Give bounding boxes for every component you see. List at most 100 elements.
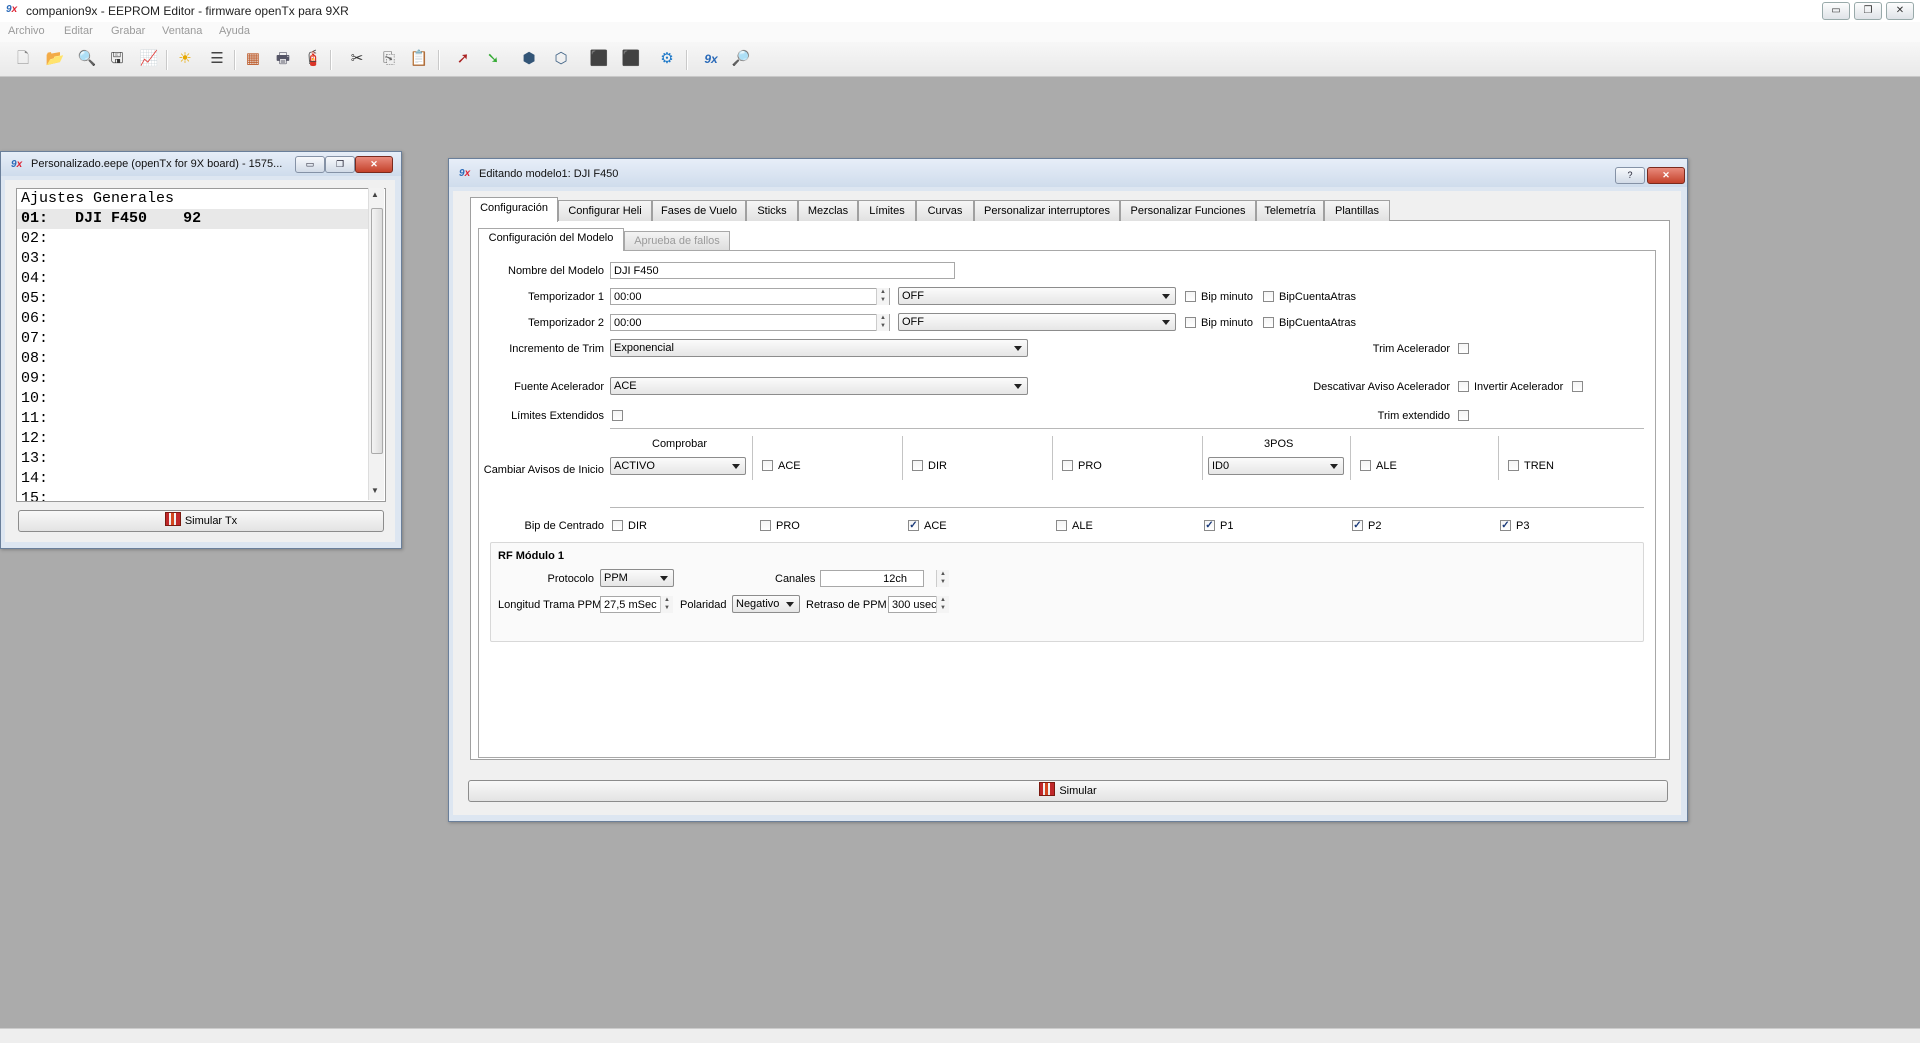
subtab-configuracion-modelo[interactable]: Configuración del Modelo <box>478 228 624 251</box>
tab-plantillas[interactable]: Plantillas <box>1324 200 1390 221</box>
tab-configuracion[interactable]: Configuración <box>470 197 558 222</box>
timer1-bip-minute-checkbox[interactable] <box>1185 291 1196 302</box>
copy-icon[interactable]: ⎘ <box>378 48 400 70</box>
model-item[interactable]: 02: <box>21 229 48 249</box>
beep-ace-checkbox[interactable]: ✓ <box>908 520 919 531</box>
warn-pro-checkbox[interactable] <box>1062 460 1073 471</box>
print-icon[interactable]: 🖶 <box>272 48 294 70</box>
scroll-down-icon[interactable]: ▼ <box>371 486 379 495</box>
extended-trim-checkbox[interactable] <box>1458 410 1469 421</box>
extended-limits-checkbox[interactable] <box>612 410 623 421</box>
beep-ale-checkbox[interactable] <box>1056 520 1067 531</box>
model-item[interactable]: 09: <box>21 369 48 389</box>
about-9x-icon[interactable]: 9x <box>700 48 722 70</box>
model-item[interactable]: 07: <box>21 329 48 349</box>
throttle-source-select[interactable]: ACE <box>610 377 1028 395</box>
save-icon[interactable]: 🖫 <box>106 48 128 70</box>
restore-icon[interactable]: ⬛ <box>620 48 642 70</box>
beep-dir-checkbox[interactable] <box>612 520 623 531</box>
simulate-button[interactable]: Simular <box>468 780 1668 802</box>
menu-editar[interactable]: Editar <box>64 25 93 37</box>
check-select[interactable]: ACTIVO <box>610 457 746 475</box>
tab-personalizar-funciones[interactable]: Personalizar Funciones <box>1120 200 1256 221</box>
trim-increment-select[interactable]: Exponencial <box>610 339 1028 357</box>
eepe-restore-button[interactable]: ❐ <box>325 156 355 173</box>
preferences-icon[interactable]: ☀ <box>174 48 196 70</box>
disable-throttle-warning-checkbox[interactable] <box>1458 381 1469 392</box>
tab-personalizar-interruptores[interactable]: Personalizar interruptores <box>974 200 1120 221</box>
tab-sticks[interactable]: Sticks <box>746 200 798 221</box>
tab-mezclas[interactable]: Mezclas <box>798 200 858 221</box>
compare-icon[interactable]: 🔎 <box>730 48 752 70</box>
model-item[interactable]: 11: <box>21 409 48 429</box>
simulate-grid-icon[interactable]: ▦ <box>242 48 264 70</box>
ppm-delay-spinner[interactable]: ▲ ▼ <box>936 596 949 613</box>
eepe-close-button[interactable]: ✕ <box>355 156 393 173</box>
cut-icon[interactable]: ✂ <box>346 48 368 70</box>
read-eeprom-icon[interactable]: ➘ <box>482 48 504 70</box>
general-settings-item[interactable]: Ajustes Generales <box>21 189 174 209</box>
model-item[interactable]: 08: <box>21 349 48 369</box>
list-settings-icon[interactable]: ☰ <box>206 48 228 70</box>
trim-throttle-checkbox[interactable] <box>1458 343 1469 354</box>
models-list-scrollbar[interactable]: ▲ ▼ <box>368 188 384 500</box>
model-item[interactable]: 03: <box>21 249 48 269</box>
model-item[interactable]: 14: <box>21 469 48 489</box>
channels-input[interactable]: 12ch <box>820 570 924 587</box>
warn-tren-checkbox[interactable] <box>1508 460 1519 471</box>
read-flash-icon[interactable]: ⬡ <box>550 48 572 70</box>
eepe-minimize-button[interactable]: ▭ <box>295 156 325 173</box>
menu-archivo[interactable]: Archivo <box>8 25 45 37</box>
burn-icon[interactable]: 🧯 <box>302 48 324 70</box>
restore-button[interactable]: ❐ <box>1854 2 1882 20</box>
tab-curvas[interactable]: Curvas <box>916 200 974 221</box>
paste-icon[interactable]: 📋 <box>408 48 430 70</box>
simulate-tx-button[interactable]: Simular Tx <box>18 510 384 532</box>
timer2-input[interactable]: 00:00 <box>610 314 890 331</box>
channels-spinner[interactable]: ▲ ▼ <box>936 570 949 587</box>
model-item[interactable]: 15: <box>21 489 48 501</box>
model-item[interactable]: 10: <box>21 389 48 409</box>
new-file-icon[interactable]: 🗋 <box>12 48 34 70</box>
timer2-spinner[interactable]: ▲ ▼ <box>876 314 889 331</box>
ppm-frame-spinner[interactable]: ▲ ▼ <box>660 596 673 613</box>
menu-ventana[interactable]: Ventana <box>162 25 202 37</box>
ppm-delay-input[interactable]: 300 usec <box>888 596 942 613</box>
scroll-up-icon[interactable]: ▲ <box>371 190 379 199</box>
warn-dir-checkbox[interactable] <box>912 460 923 471</box>
menu-ayuda[interactable]: Ayuda <box>219 25 250 37</box>
protocol-select[interactable]: PPM <box>600 569 674 587</box>
model-item[interactable]: 04: <box>21 269 48 289</box>
warn-ace-checkbox[interactable] <box>762 460 773 471</box>
beep-p2-checkbox[interactable]: ✓ <box>1352 520 1363 531</box>
3pos-select[interactable]: ID0 <box>1208 457 1344 475</box>
warn-ale-checkbox[interactable] <box>1360 460 1371 471</box>
timer1-input[interactable]: 00:00 <box>610 288 890 305</box>
tab-limites[interactable]: Límites <box>858 200 916 221</box>
menu-grabar[interactable]: Grabar <box>111 25 145 37</box>
timer2-bip-minute-checkbox[interactable] <box>1185 317 1196 328</box>
invert-throttle-checkbox[interactable] <box>1572 381 1583 392</box>
models-list[interactable]: Ajustes Generales 01: DJI F450 92 02: 03… <box>16 188 386 502</box>
beep-pro-checkbox[interactable] <box>760 520 771 531</box>
timer2-mode-select[interactable]: OFF <box>898 313 1176 331</box>
beep-p1-checkbox[interactable]: ✓ <box>1204 520 1215 531</box>
ppm-frame-input[interactable]: 27,5 mSec <box>600 596 664 613</box>
close-button[interactable]: ✕ <box>1886 2 1914 20</box>
write-flash-icon[interactable]: ⬢ <box>518 48 540 70</box>
tab-telemetria[interactable]: Telemetría <box>1256 200 1324 221</box>
timer1-bip-countdown-checkbox[interactable] <box>1263 291 1274 302</box>
tab-configurar-heli[interactable]: Configurar Heli <box>558 200 652 221</box>
model-close-button[interactable]: ✕ <box>1647 167 1685 184</box>
preview-icon[interactable]: 🔍 <box>76 48 98 70</box>
logs-chart-icon[interactable]: 📈 <box>138 48 160 70</box>
tab-fases-de-vuelo[interactable]: Fases de Vuelo <box>652 200 746 221</box>
update-icon[interactable]: ⚙ <box>656 48 678 70</box>
model-item[interactable]: 12: <box>21 429 48 449</box>
subtab-failsafe[interactable]: Aprueba de fallos <box>624 231 730 250</box>
model-item[interactable]: 06: <box>21 309 48 329</box>
beep-p3-checkbox[interactable]: ✓ <box>1500 520 1511 531</box>
write-eeprom-icon[interactable]: ➚ <box>452 48 474 70</box>
timer2-bip-countdown-checkbox[interactable] <box>1263 317 1274 328</box>
model-name-input[interactable]: DJI F450 <box>610 262 955 279</box>
